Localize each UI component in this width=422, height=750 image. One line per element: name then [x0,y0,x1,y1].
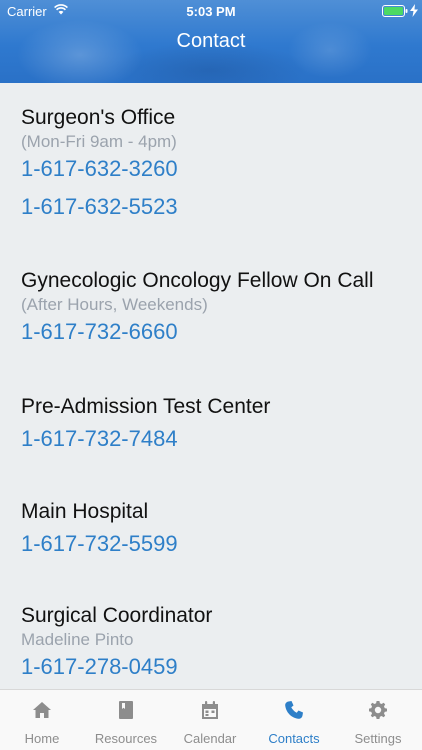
tab-home[interactable]: Home [0,690,84,750]
contact-hours: (After Hours, Weekends) [21,295,208,314]
contact-name: Gynecologic Oncology Fellow On Call [21,269,374,292]
tab-label: Home [24,731,60,746]
tab-label: Calendar [183,731,237,746]
phone-link[interactable]: 1-617-632-5523 [21,194,411,220]
charging-bolt-icon [410,4,418,17]
book-icon [119,701,133,719]
header: Carrier 5:03 PM Contact [0,0,422,83]
contact-person: Madeline Pinto [21,630,134,649]
page-title: Contact [176,30,246,52]
contact-gynecologic-oncology-fellow: Gynecologic Oncology Fellow On Call (Aft… [21,268,411,345]
tab-resources[interactable]: Resources [84,690,168,750]
contact-name: Surgeon's Office [21,106,176,129]
battery-icon [382,5,408,17]
home-icon [33,702,51,718]
status-bar: Carrier 5:03 PM [0,0,422,22]
tab-label: Resources [94,731,158,746]
tab-bar: Home Resources Calendar Contacts Setting… [0,689,422,750]
contact-name: Main Hospital [21,500,149,523]
tab-label: Settings [354,731,402,746]
phone-link[interactable]: 1-617-732-5599 [21,531,411,557]
phone-link[interactable]: 1-617-278-0459 [21,654,411,680]
tab-calendar[interactable]: Calendar [168,690,252,750]
calendar-icon [202,701,218,719]
phone-link[interactable]: 1-617-632-3260 [21,156,411,182]
phone-link[interactable]: 1-617-732-6660 [21,319,411,345]
status-time: 5:03 PM [186,4,236,19]
gear-icon [369,701,387,719]
tab-contacts[interactable]: Contacts [252,690,336,750]
phone-link[interactable]: 1-617-732-7484 [21,426,411,452]
tab-label: Contacts [268,731,320,746]
contact-surgical-coordinator: Surgical Coordinator Madeline Pinto 1-61… [21,603,411,680]
contact-main-hospital: Main Hospital 1-617-732-5599 [21,499,411,557]
contact-surgeons-office: Surgeon's Office (Mon-Fri 9am - 4pm) 1-6… [21,105,411,220]
phone-icon [285,701,303,719]
contact-hours: (Mon-Fri 9am - 4pm) [21,132,177,151]
contact-name: Surgical Coordinator [21,604,213,627]
contact-name: Pre-Admission Test Center [21,395,271,418]
tab-settings[interactable]: Settings [336,690,420,750]
contact-pre-admission-test-center: Pre-Admission Test Center 1-617-732-7484 [21,394,411,452]
contact-list[interactable]: Surgeon's Office (Mon-Fri 9am - 4pm) 1-6… [0,83,422,689]
